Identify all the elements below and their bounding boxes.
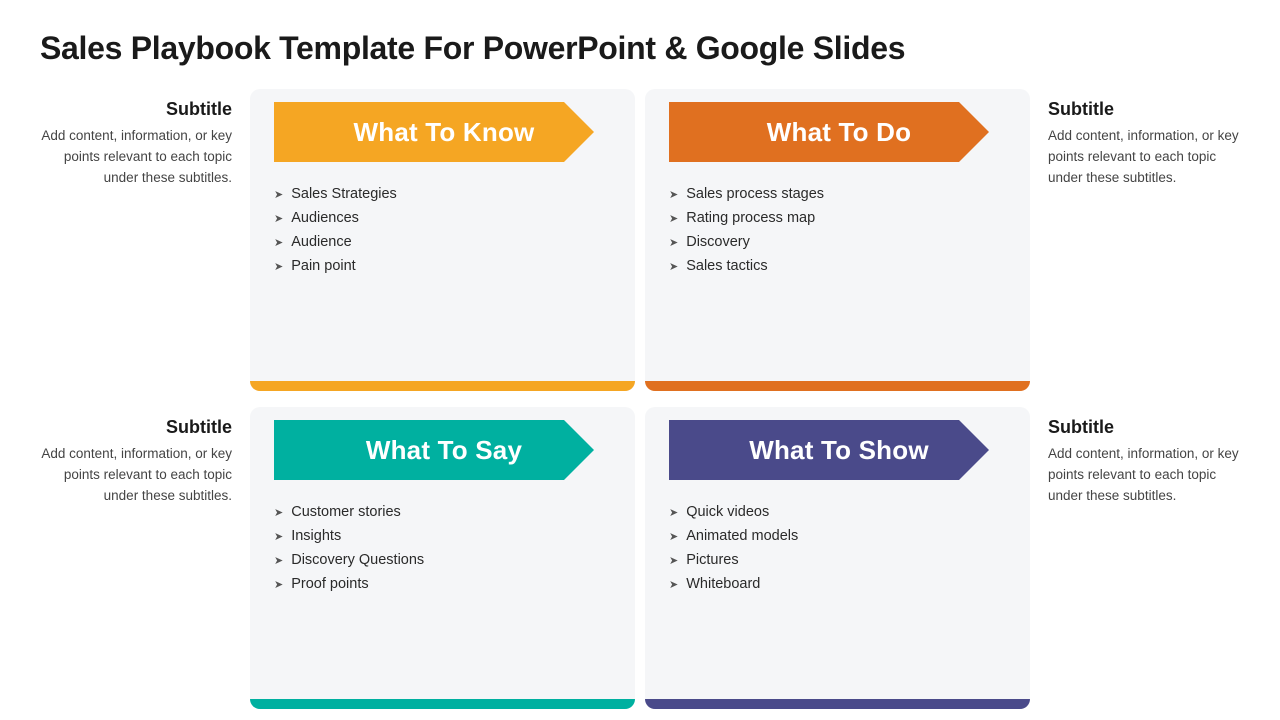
card-know-arrow: What To Know (274, 102, 594, 162)
subtitle-right-bottom: Subtitle Add content, information, or ke… (1040, 407, 1240, 709)
list-item: Whiteboard (669, 572, 1006, 596)
card-say-list: Customer stories Insights Discovery Ques… (274, 500, 611, 596)
list-item: Quick videos (669, 500, 1006, 524)
card-show-arrow: What To Show (669, 420, 989, 480)
list-item: Audience (274, 230, 611, 254)
subtitle-right-top: Subtitle Add content, information, or ke… (1040, 89, 1240, 391)
card-know-title: What To Know (354, 117, 535, 148)
list-item: Pictures (669, 548, 1006, 572)
card-do-arrow: What To Do (669, 102, 989, 162)
list-item: Pain point (274, 254, 611, 278)
subtitle-left-bottom-body: Add content, information, or key points … (40, 444, 232, 507)
card-show: What To Show Quick videos Animated model… (645, 407, 1030, 709)
card-know-bar (250, 381, 635, 391)
card-show-list: Quick videos Animated models Pictures Wh… (669, 500, 1006, 596)
list-item: Rating process map (669, 206, 1006, 230)
subtitle-right-top-body: Add content, information, or key points … (1048, 126, 1240, 189)
card-say-arrow-body: What To Say (274, 420, 594, 480)
subtitle-right-top-heading: Subtitle (1048, 99, 1114, 120)
subtitle-left-top-body: Add content, information, or key points … (40, 126, 232, 189)
card-do-banner: What To Do (669, 102, 1006, 162)
list-item: Discovery Questions (274, 548, 611, 572)
card-do-arrow-body: What To Do (669, 102, 989, 162)
card-do: What To Do Sales process stages Rating p… (645, 89, 1030, 391)
list-item: Audiences (274, 206, 611, 230)
card-show-bar (645, 699, 1030, 709)
card-know-list: Sales Strategies Audiences Audience Pain… (274, 182, 611, 278)
list-item: Sales Strategies (274, 182, 611, 206)
subtitle-right-bottom-heading: Subtitle (1048, 417, 1114, 438)
card-do-list: Sales process stages Rating process map … (669, 182, 1006, 278)
subtitle-right-bottom-body: Add content, information, or key points … (1048, 444, 1240, 507)
page-title: Sales Playbook Template For PowerPoint &… (40, 30, 1240, 67)
card-say-banner: What To Say (274, 420, 611, 480)
card-show-inner: What To Show Quick videos Animated model… (645, 407, 1030, 699)
list-item: Insights (274, 524, 611, 548)
card-show-title: What To Show (749, 435, 929, 466)
subtitle-left-top: Subtitle Add content, information, or ke… (40, 89, 240, 391)
list-item: Sales process stages (669, 182, 1006, 206)
subtitle-left-top-heading: Subtitle (166, 99, 232, 120)
card-say-bar (250, 699, 635, 709)
card-say: What To Say Customer stories Insights Di… (250, 407, 635, 709)
card-know-inner: What To Know Sales Strategies Audiences … (250, 89, 635, 381)
card-do-inner: What To Do Sales process stages Rating p… (645, 89, 1030, 381)
card-do-bar (645, 381, 1030, 391)
card-show-arrow-body: What To Show (669, 420, 989, 480)
card-say-arrow: What To Say (274, 420, 594, 480)
card-know-banner: What To Know (274, 102, 611, 162)
list-item: Customer stories (274, 500, 611, 524)
list-item: Animated models (669, 524, 1006, 548)
list-item: Proof points (274, 572, 611, 596)
list-item: Discovery (669, 230, 1006, 254)
card-say-inner: What To Say Customer stories Insights Di… (250, 407, 635, 699)
subtitle-left-bottom-heading: Subtitle (166, 417, 232, 438)
subtitle-left-bottom: Subtitle Add content, information, or ke… (40, 407, 240, 709)
list-item: Sales tactics (669, 254, 1006, 278)
main-grid: Subtitle Add content, information, or ke… (40, 89, 1240, 709)
card-know-arrow-body: What To Know (274, 102, 594, 162)
card-know: What To Know Sales Strategies Audiences … (250, 89, 635, 391)
card-say-title: What To Say (366, 435, 522, 466)
card-show-banner: What To Show (669, 420, 1006, 480)
card-do-title: What To Do (767, 117, 911, 148)
